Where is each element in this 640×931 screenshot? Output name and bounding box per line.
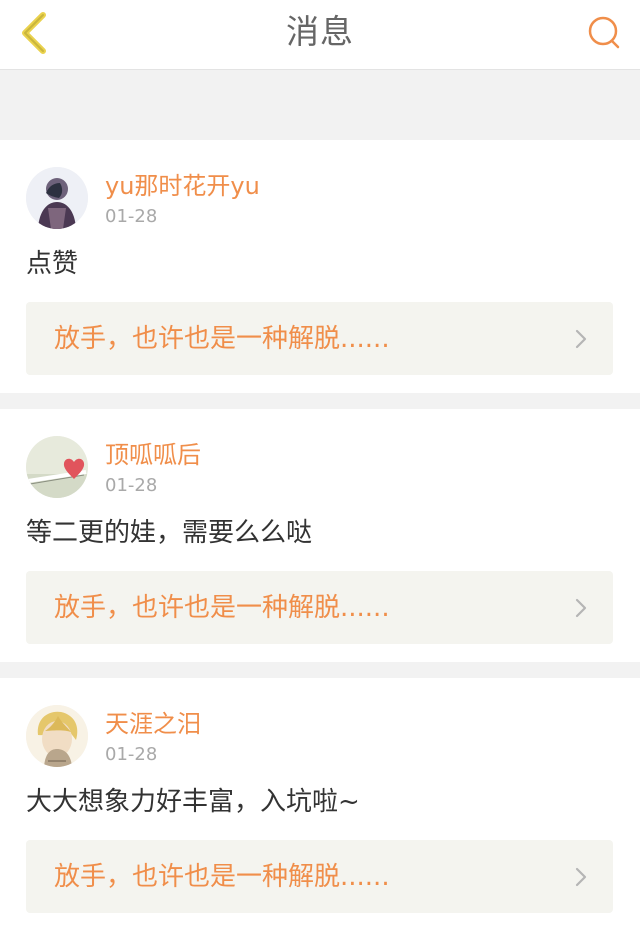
comment-text: 等二更的娃，需要么么哒 (26, 518, 313, 548)
page-title: 消息 (286, 12, 354, 51)
chevron-right-icon (575, 867, 587, 887)
message-card: 顶呱呱后 01-28 等二更的娃，需要么么哒 放手，也许也是一种解脱...... (0, 409, 640, 662)
username[interactable]: yu那时花开yu (105, 171, 260, 201)
username[interactable]: 顶呱呱后 (105, 440, 201, 470)
message-date: 01-28 (105, 475, 158, 496)
quoted-post-text: 放手，也许也是一种解脱...... (54, 862, 390, 892)
username[interactable]: 天涯之汨 (105, 709, 201, 739)
comment-text: 点赞 (26, 249, 79, 279)
quoted-post-link[interactable]: 放手，也许也是一种解脱...... (26, 840, 613, 913)
user-avatar[interactable] (26, 436, 88, 498)
message-card: yu那时花开yu 01-28 点赞 放手，也许也是一种解脱...... (0, 140, 640, 393)
user-avatar[interactable] (26, 167, 88, 229)
chevron-right-icon (575, 329, 587, 349)
quoted-post-text: 放手，也许也是一种解脱...... (54, 324, 390, 354)
comment-text: 大大想象力好丰富，入坑啦~ (26, 787, 360, 817)
heart-avatar-icon (26, 436, 88, 498)
top-navigation-bar: 消息 (0, 0, 640, 70)
user-avatar-icon (26, 167, 88, 229)
search-icon (588, 16, 620, 49)
message-date: 01-28 (105, 206, 158, 227)
quoted-post-link[interactable]: 放手，也许也是一种解脱...... (26, 571, 613, 644)
message-date: 01-28 (105, 744, 158, 765)
anime-avatar-icon (26, 705, 88, 767)
quoted-post-text: 放手，也许也是一种解脱...... (54, 593, 390, 623)
user-avatar[interactable] (26, 705, 88, 767)
quoted-post-link[interactable]: 放手，也许也是一种解脱...... (26, 302, 613, 375)
chevron-right-icon (575, 598, 587, 618)
search-button[interactable] (582, 10, 626, 54)
message-card: 天涯之汨 01-28 大大想象力好丰富，入坑啦~ 放手，也许也是一种解脱....… (0, 678, 640, 931)
